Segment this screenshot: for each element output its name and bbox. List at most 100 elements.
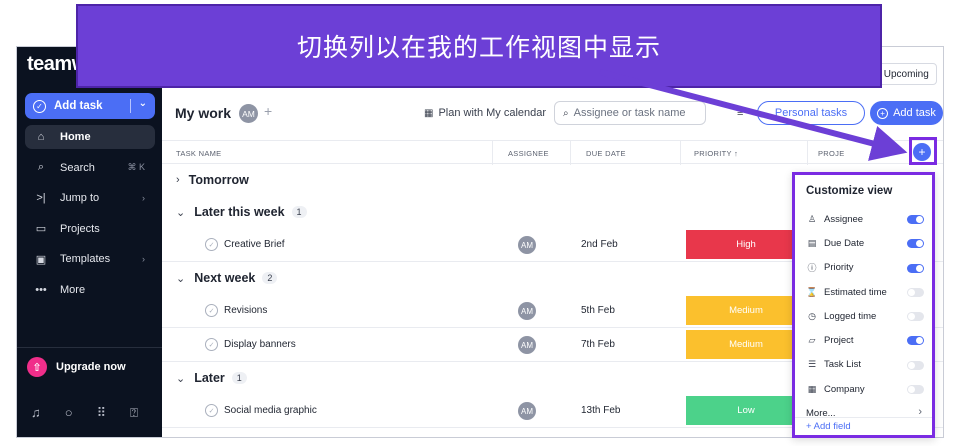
- column-priority[interactable]: PRIORITY ↑: [694, 149, 738, 158]
- sidebar-add-task-button[interactable]: ✓ Add task ⌄: [25, 93, 155, 119]
- priority-badge[interactable]: Medium: [686, 296, 806, 325]
- priority-badge[interactable]: High: [686, 230, 806, 259]
- toggle-switch[interactable]: [907, 239, 924, 249]
- filter-icon[interactable]: ≡: [737, 107, 743, 119]
- highlight-box: [909, 137, 937, 165]
- column-project[interactable]: PROJE: [818, 149, 845, 158]
- group-label: Next week: [194, 271, 256, 285]
- personal-tasks-button[interactable]: Personal tasks: [757, 101, 865, 125]
- sidebar: teamw ✓ Add task ⌄ ⌂ Home ⌕ Search ⌘ K >| Jump…: [17, 47, 162, 437]
- chat-icon[interactable]: ○: [65, 405, 73, 421]
- sidebar-item-home[interactable]: ⌂ Home: [25, 125, 155, 149]
- sidebar-item-templates[interactable]: ▣ Templates ›: [25, 247, 155, 271]
- folder-icon: ▭: [35, 223, 47, 235]
- column-task-name[interactable]: TASK NAME: [176, 149, 221, 158]
- toggle-switch[interactable]: [907, 215, 924, 224]
- group-label: Tomorrow: [188, 173, 249, 187]
- search-placeholder: Assignee or task name: [573, 107, 686, 119]
- chevron-right-icon[interactable]: ›: [176, 174, 180, 186]
- task-name[interactable]: Revisions: [224, 305, 267, 316]
- apps-grid-icon[interactable]: ⠿: [97, 405, 107, 421]
- sidebar-item-label: Projects: [60, 222, 100, 235]
- plan-label: Plan with My calendar: [438, 107, 547, 119]
- option-label: Logged time: [824, 310, 877, 322]
- sidebar-item-label: Templates: [60, 253, 111, 265]
- add-field-button[interactable]: + Add field: [795, 417, 932, 435]
- chevron-down-icon[interactable]: ⌄: [139, 98, 147, 109]
- due-date[interactable]: 7th Feb: [581, 339, 615, 350]
- option-estimated-time[interactable]: ⌛ Estimated time: [806, 280, 924, 304]
- option-assignee[interactable]: ♙ Assignee: [806, 207, 924, 231]
- calendar-icon: ▦: [424, 108, 434, 119]
- sidebar-item-hint: ⌘ K: [127, 162, 145, 172]
- priority-badge[interactable]: Low: [686, 396, 806, 425]
- avatar[interactable]: AM: [239, 104, 258, 123]
- complete-checkbox[interactable]: ✓: [205, 338, 218, 351]
- option-due-date[interactable]: ▤ Due Date: [806, 231, 924, 255]
- customize-options: ♙ Assignee ▤ Due Date ⓘ Priority ⌛ Estimated ti…: [806, 207, 924, 426]
- due-date[interactable]: 13th Feb: [581, 405, 620, 416]
- upgrade-button[interactable]: ⇧ Upgrade now: [17, 347, 162, 377]
- sidebar-item-label: Jump to: [60, 192, 100, 204]
- column-assignee[interactable]: ASSIGNEE: [508, 149, 549, 158]
- option-label: Project: [824, 335, 854, 347]
- due-date[interactable]: 2nd Feb: [581, 239, 618, 250]
- chevron-down-icon[interactable]: ⌄: [176, 206, 185, 219]
- upgrade-arrow-icon: ⇧: [27, 357, 47, 377]
- toggle-switch[interactable]: [907, 360, 924, 370]
- toggle-switch[interactable]: [907, 287, 924, 297]
- sidebar-item-more[interactable]: ••• More: [25, 278, 155, 302]
- assignee-avatar[interactable]: AM: [518, 236, 536, 254]
- group-count: 2: [262, 272, 278, 284]
- sidebar-item-hint: ›: [142, 193, 145, 203]
- button-divider: [130, 99, 131, 113]
- search-input[interactable]: ⌕ Assignee or task name: [554, 101, 706, 125]
- sidebar-bottom-icons: ♫ ○ ⠿ ⍰: [31, 405, 138, 421]
- complete-checkbox[interactable]: ✓: [205, 238, 218, 251]
- toggle-switch[interactable]: [907, 385, 924, 395]
- toggle-switch[interactable]: [907, 263, 924, 273]
- search-icon: ⌕: [37, 161, 45, 173]
- sidebar-item-label: More: [60, 283, 86, 296]
- plan-calendar-button[interactable]: ▦ Plan with My calendar: [424, 107, 546, 119]
- add-task-button[interactable]: + Add task: [870, 101, 943, 125]
- option-icon: ⓘ: [807, 263, 817, 274]
- instruction-banner: 切换列以在我的工作视图中显示: [76, 4, 882, 88]
- due-date[interactable]: 5th Feb: [581, 305, 615, 316]
- task-name[interactable]: Social media graphic: [224, 405, 317, 416]
- option-label: Assignee: [824, 213, 864, 225]
- option-project[interactable]: ▱ Project: [806, 328, 924, 352]
- sidebar-item-label: Search: [60, 161, 95, 174]
- complete-checkbox[interactable]: ✓: [205, 404, 218, 417]
- option-task-list[interactable]: ☰ Task List: [806, 353, 924, 377]
- table-header: TASK NAME ASSIGNEE DUE DATE PRIORITY ↑ P…: [162, 140, 943, 165]
- group-count: 1: [291, 206, 307, 218]
- option-logged-time[interactable]: ◷ Logged time: [806, 304, 924, 328]
- add-member-icon[interactable]: +: [264, 103, 272, 119]
- column-due-date[interactable]: DUE DATE: [586, 149, 626, 158]
- assignee-avatar[interactable]: AM: [518, 336, 536, 354]
- sidebar-item-jump-to[interactable]: >| Jump to ›: [25, 186, 155, 210]
- search-icon: ⌕: [563, 107, 569, 119]
- toggle-switch[interactable]: [907, 336, 924, 346]
- page-title: My work: [175, 105, 232, 121]
- assignee-avatar[interactable]: AM: [518, 402, 536, 420]
- complete-checkbox[interactable]: ✓: [205, 304, 218, 317]
- help-icon[interactable]: ⍰: [130, 405, 138, 421]
- priority-badge[interactable]: Medium: [686, 330, 806, 359]
- toggle-switch[interactable]: [907, 312, 924, 322]
- chevron-down-icon[interactable]: ⌄: [176, 272, 185, 285]
- task-name[interactable]: Display banners: [224, 339, 296, 350]
- sidebar-item-projects[interactable]: ▭ Projects: [25, 217, 155, 241]
- assignee-avatar[interactable]: AM: [518, 302, 536, 320]
- bell-icon[interactable]: ♫: [31, 405, 41, 421]
- option-priority[interactable]: ⓘ Priority: [806, 256, 924, 280]
- templates-icon: ▣: [35, 253, 47, 266]
- task-name[interactable]: Creative Brief: [224, 239, 285, 250]
- chevron-down-icon[interactable]: ⌄: [176, 372, 185, 385]
- option-icon: ☰: [807, 359, 817, 370]
- option-label: Estimated time: [824, 286, 887, 298]
- sidebar-item-search[interactable]: ⌕ Search ⌘ K: [25, 156, 155, 180]
- option-company[interactable]: ▦ Company: [806, 377, 924, 401]
- option-icon: ▤: [807, 237, 817, 248]
